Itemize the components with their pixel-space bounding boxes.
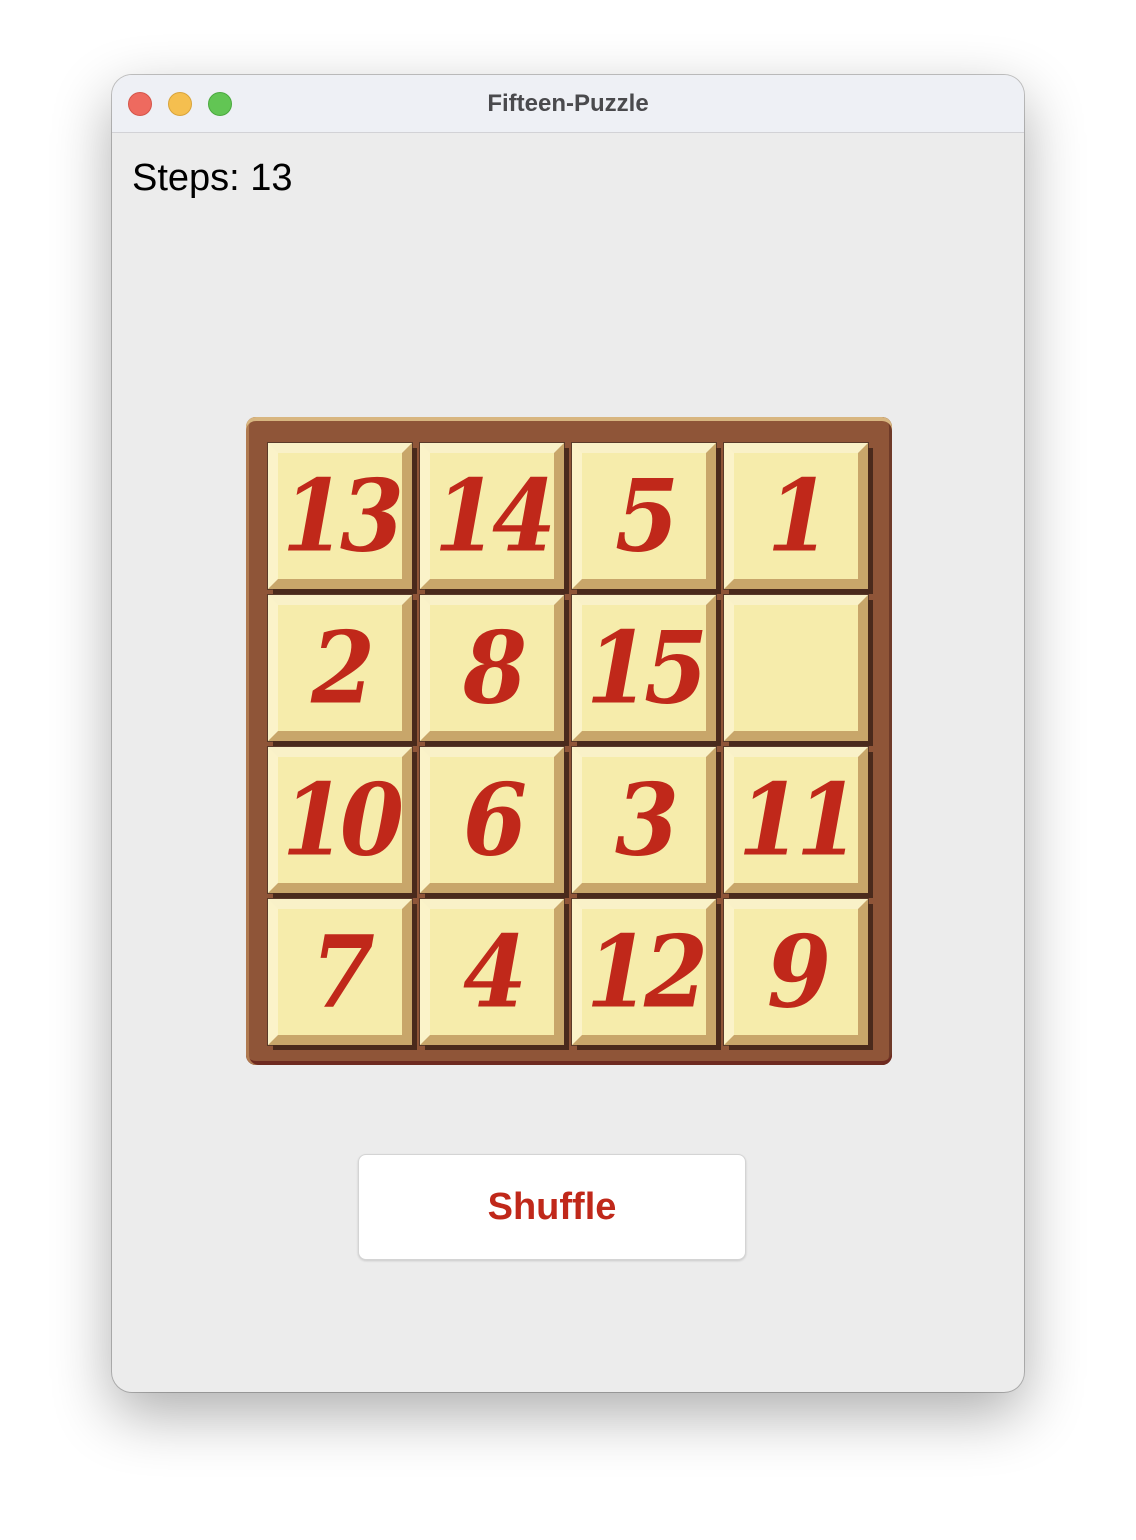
puzzle-board: 13 14 5 1 2 8 15 10 6 3 11 7 4 12 9 [246,417,892,1065]
puzzle-tile-15[interactable]: 15 [572,595,716,741]
puzzle-tile-6[interactable]: 6 [420,747,564,893]
puzzle-tile-2[interactable]: 2 [268,595,412,741]
steps-label: Steps: [132,157,240,199]
steps-value: 13 [250,157,293,199]
tile-number: 4 [462,913,527,1031]
tile-number: 1 [766,457,831,575]
tile-number: 12 [585,913,708,1031]
tile-number: 14 [433,457,556,575]
app-window: Fifteen-Puzzle Steps: 13 13 14 5 1 2 8 15 10 6 3 1… [112,75,1024,1392]
tile-number: 10 [281,761,404,879]
puzzle-tile-3[interactable]: 3 [572,747,716,893]
puzzle-tile-blank[interactable] [724,595,868,741]
title-bar: Fifteen-Puzzle [112,75,1024,133]
puzzle-tile-9[interactable]: 9 [724,899,868,1045]
steps-counter: Steps: 13 [132,157,293,200]
tile-number: 7 [310,913,375,1031]
window-title: Fifteen-Puzzle [487,90,649,117]
puzzle-tile-7[interactable]: 7 [268,899,412,1045]
puzzle-tile-13[interactable]: 13 [268,443,412,589]
puzzle-tile-10[interactable]: 10 [268,747,412,893]
tile-number: 8 [462,609,527,727]
puzzle-tile-14[interactable]: 14 [420,443,564,589]
puzzle-tile-4[interactable]: 4 [420,899,564,1045]
tile-number: 5 [614,457,679,575]
tile-number: 2 [310,609,375,727]
puzzle-tile-12[interactable]: 12 [572,899,716,1045]
puzzle-tile-1[interactable]: 1 [724,443,868,589]
tile-number: 11 [737,761,860,879]
tile-number: 3 [614,761,679,879]
puzzle-tile-5[interactable]: 5 [572,443,716,589]
shuffle-button[interactable]: Shuffle [358,1154,746,1260]
tile-number: 9 [766,913,831,1031]
tile-number: 15 [585,609,708,727]
tile-number: 13 [281,457,404,575]
puzzle-tile-8[interactable]: 8 [420,595,564,741]
puzzle-tile-11[interactable]: 11 [724,747,868,893]
tile-number: 6 [462,761,527,879]
